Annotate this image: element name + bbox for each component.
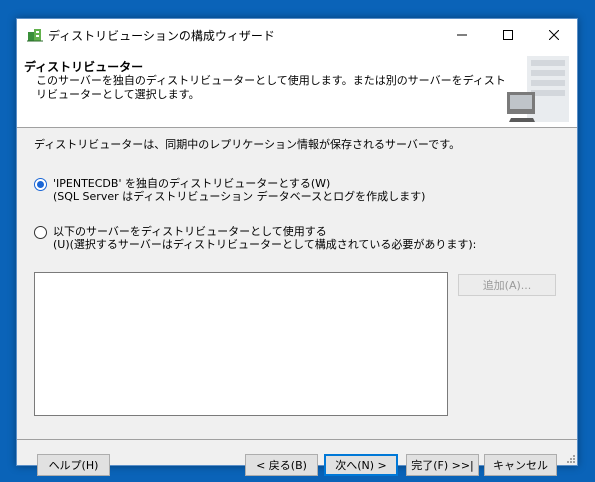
radio-option-self-distributor[interactable]: 'IPENTECDB' を独自のディストリビューターとする(W) (SQL Se…: [34, 177, 425, 203]
help-button[interactable]: ヘルプ(H): [37, 454, 110, 476]
cancel-button[interactable]: キャンセル: [484, 454, 557, 476]
close-button[interactable]: [531, 19, 577, 50]
title-bar[interactable]: ディストリビューションの構成ウィザード: [17, 19, 577, 50]
next-button[interactable]: 次へ(N) >: [324, 454, 398, 476]
option-sub-text: (U)(選択するサーバーはディストリビューターとして構成されている必要があります…: [53, 238, 477, 251]
radio-button-other[interactable]: [34, 226, 47, 239]
footer-divider: [17, 439, 577, 440]
option-main-text: 以下のサーバーをディストリビューターとして使用する: [53, 225, 327, 238]
radio-option-label: 以下のサーバーをディストリビューターとして使用する (U)(選択するサーバーはデ…: [53, 225, 476, 251]
server-computer-icon: [507, 56, 569, 122]
intro-text: ディストリビューターは、同期中のレプリケーション情報が保存されるサーバーです。: [34, 138, 461, 151]
page-description: このサーバーを独自のディストリビューターとして使用します。または別のサーバーをデ…: [36, 74, 506, 101]
wizard-header: ディストリビューター このサーバーを独自のディストリビューターとして使用します。…: [17, 50, 577, 128]
minimize-icon: [457, 34, 467, 35]
back-button[interactable]: < 戻る(B): [245, 454, 318, 476]
window-title: ディストリビューションの構成ウィザード: [48, 29, 275, 43]
radio-option-other-server[interactable]: 以下のサーバーをディストリビューターとして使用する (U)(選択するサーバーはデ…: [34, 225, 476, 251]
close-icon: [549, 29, 559, 40]
wizard-window: ディストリビューションの構成ウィザード ディストリビューター このサーバーを独自…: [16, 18, 578, 476]
option-sub-text: (SQL Server はディストリビューション データベースとログを作成します…: [53, 190, 426, 203]
maximize-icon: [503, 29, 513, 40]
maximize-button[interactable]: [485, 19, 531, 50]
option-main-text: 'IPENTECDB' を独自のディストリビューターとする(W): [53, 177, 331, 190]
wizard-body: ディストリビューターは、同期中のレプリケーション情報が保存されるサーバーです。 …: [17, 128, 577, 476]
server-list-box[interactable]: [34, 272, 448, 416]
add-server-button[interactable]: 追加(A)...: [458, 274, 556, 296]
page-title: ディストリビューター: [24, 60, 144, 74]
resize-grip-icon[interactable]: [565, 453, 575, 463]
radio-option-label: 'IPENTECDB' を独自のディストリビューターとする(W) (SQL Se…: [53, 177, 425, 203]
finish-button[interactable]: 完了(F) >>|: [406, 454, 479, 476]
radio-button-self[interactable]: [34, 178, 47, 191]
wizard-app-icon: [27, 29, 43, 42]
minimize-button[interactable]: [439, 19, 485, 50]
